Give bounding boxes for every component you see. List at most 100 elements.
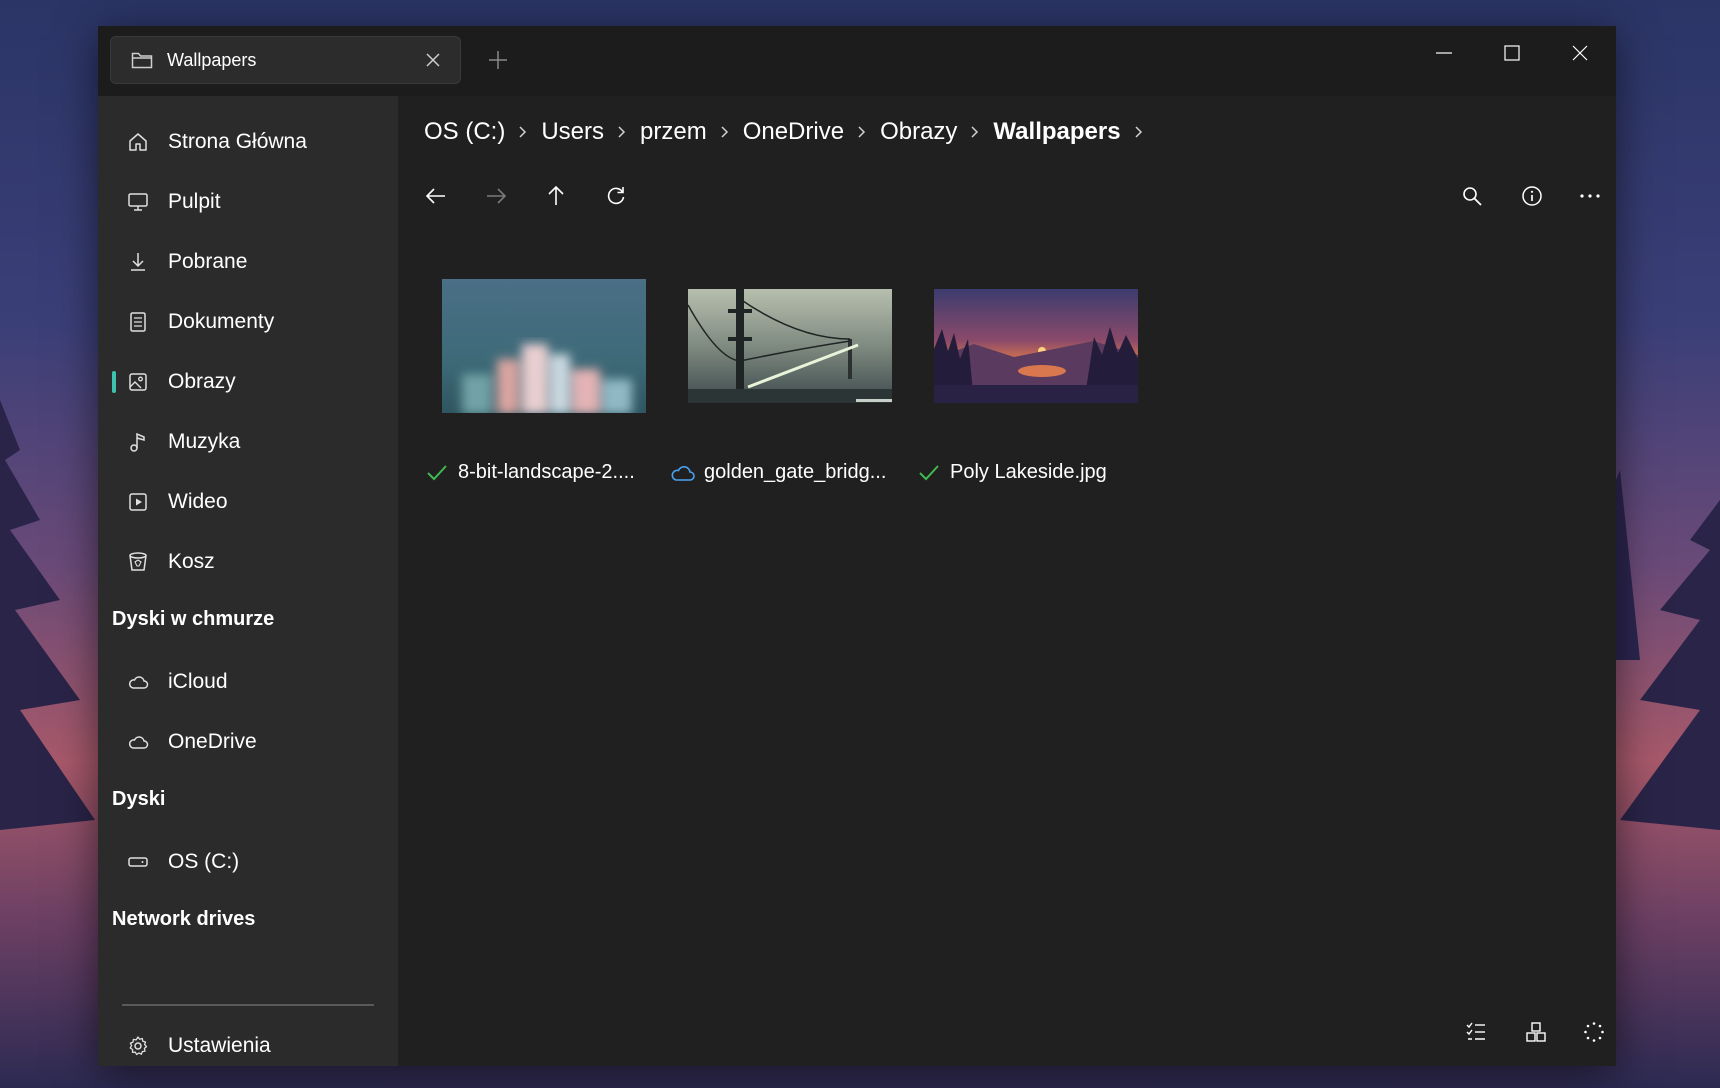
chevron-right-icon[interactable] <box>1134 125 1144 139</box>
chevron-right-icon[interactable] <box>518 125 528 139</box>
forward-button[interactable] <box>478 178 514 214</box>
main-content: OS (C:) Users przem OneDrive Obrazy Wall… <box>398 96 1616 1066</box>
file-item[interactable]: 8-bit-landscape-2.... <box>424 266 664 506</box>
sidebar-item-label: iCloud <box>168 670 228 693</box>
tab-wallpapers[interactable]: Wallpapers <box>110 36 461 84</box>
sidebar-item-desktop[interactable]: Pulpit <box>106 178 390 226</box>
home-icon <box>126 130 150 154</box>
status-progress-button[interactable] <box>1576 1014 1612 1050</box>
chevron-right-icon[interactable] <box>720 125 730 139</box>
sidebar-item-label: Strona Główna <box>168 130 307 153</box>
refresh-icon <box>607 187 625 205</box>
sidebar-item-label: Wideo <box>168 490 228 513</box>
breadcrumb-obrazy[interactable]: Obrazy <box>880 118 957 146</box>
sidebar-divider <box>122 1004 374 1006</box>
chevron-right-icon[interactable] <box>617 125 627 139</box>
video-icon <box>126 490 150 514</box>
sidebar-item-music[interactable]: Muzyka <box>106 418 390 466</box>
layout-mode-button[interactable] <box>1518 1014 1554 1050</box>
cloud-drives-header: Dyski w chmurze <box>112 608 275 630</box>
file-thumbnail <box>442 279 646 413</box>
title-bar: Wallpapers <box>98 26 1616 96</box>
settings-label: Ustawienia <box>168 1034 271 1057</box>
new-tab-button[interactable] <box>486 48 510 72</box>
sidebar-item-pictures[interactable]: Obrazy <box>106 358 390 406</box>
minimize-button[interactable] <box>1424 40 1464 66</box>
loading-ring-icon <box>1584 1022 1604 1042</box>
close-tab-icon[interactable] <box>422 49 444 71</box>
sidebar-item-label: Muzyka <box>168 430 241 453</box>
sidebar-item-label: Dokumenty <box>168 310 275 333</box>
sidebar-item-recycle-bin[interactable]: Kosz <box>106 538 390 586</box>
document-icon <box>126 310 150 334</box>
breadcrumb-przem[interactable]: przem <box>640 118 707 146</box>
more-icon <box>1580 194 1600 198</box>
drive-icon <box>126 850 150 874</box>
cloud-only-icon <box>670 462 696 484</box>
file-item[interactable]: golden_gate_bridg... <box>670 266 910 506</box>
back-button[interactable] <box>418 178 454 214</box>
breadcrumb-os-c[interactable]: OS (C:) <box>424 118 505 146</box>
maximize-icon <box>1504 45 1520 61</box>
file-thumbnail <box>688 289 892 403</box>
sidebar-item-settings[interactable]: Ustawienia <box>106 1022 390 1070</box>
sidebar-item-label: Pulpit <box>168 190 221 213</box>
info-icon <box>1522 186 1542 206</box>
sidebar-item-icloud[interactable]: iCloud <box>106 658 390 706</box>
sidebar-item-home[interactable]: Strona Główna <box>106 118 390 166</box>
file-item[interactable]: Poly Lakeside.jpg <box>916 266 1156 506</box>
sidebar-item-label: Kosz <box>168 550 215 573</box>
synced-check-icon <box>916 462 942 484</box>
chevron-right-icon[interactable] <box>857 125 867 139</box>
up-button[interactable] <box>538 178 574 214</box>
sidebar-item-label: OS (C:) <box>168 850 240 873</box>
pictures-icon <box>126 370 150 394</box>
maximize-button[interactable] <box>1492 40 1532 66</box>
minimize-icon <box>1436 52 1452 54</box>
sidebar-item-downloads[interactable]: Pobrane <box>106 238 390 286</box>
file-explorer-window: Wallpapers Strona Główna Pulpit Pobrane … <box>98 26 1616 1066</box>
more-options-button[interactable] <box>1572 178 1608 214</box>
file-name: golden_gate_bridg... <box>704 461 887 483</box>
gear-icon <box>126 1034 150 1058</box>
arrow-up-icon <box>548 185 564 205</box>
drives-header: Dyski <box>112 788 166 810</box>
recycle-bin-icon <box>126 550 150 574</box>
arrow-left-icon <box>425 188 445 204</box>
tab-title: Wallpapers <box>167 49 257 70</box>
sidebar-item-onedrive[interactable]: OneDrive <box>106 718 390 766</box>
sidebar-item-documents[interactable]: Dokumenty <box>106 298 390 346</box>
breadcrumb: OS (C:) Users przem OneDrive Obrazy Wall… <box>424 118 1157 146</box>
breadcrumb-wallpapers[interactable]: Wallpapers <box>993 118 1120 146</box>
sidebar-item-drive-c[interactable]: OS (C:) <box>106 838 390 886</box>
file-thumbnail <box>934 289 1138 403</box>
desktop-icon <box>126 190 150 214</box>
layout-icon <box>1526 1022 1546 1042</box>
sidebar: Strona Główna Pulpit Pobrane Dokumenty O… <box>98 96 398 1066</box>
file-name: 8-bit-landscape-2.... <box>458 461 635 483</box>
close-icon <box>1572 45 1588 61</box>
sidebar-item-label: OneDrive <box>168 730 257 753</box>
synced-check-icon <box>424 462 450 484</box>
chevron-right-icon[interactable] <box>970 125 980 139</box>
network-drives-header[interactable]: Network drives <box>112 908 255 931</box>
breadcrumb-users[interactable]: Users <box>541 118 604 146</box>
plus-icon <box>489 51 507 69</box>
download-icon <box>126 250 150 274</box>
selection-mode-button[interactable] <box>1458 1014 1494 1050</box>
sidebar-item-label: Pobrane <box>168 250 248 273</box>
checklist-icon <box>1466 1022 1485 1040</box>
close-window-button[interactable] <box>1560 40 1600 66</box>
search-button[interactable] <box>1454 178 1490 214</box>
sidebar-item-video[interactable]: Wideo <box>106 478 390 526</box>
refresh-button[interactable] <box>598 178 634 214</box>
info-button[interactable] <box>1514 178 1550 214</box>
cloud-icon <box>126 670 150 694</box>
cloud-icon <box>126 730 150 754</box>
breadcrumb-onedrive[interactable]: OneDrive <box>743 118 844 146</box>
music-icon <box>126 430 150 454</box>
file-name: Poly Lakeside.jpg <box>950 461 1107 483</box>
search-icon <box>1463 187 1482 206</box>
arrow-right-icon <box>487 188 507 204</box>
folder-icon <box>131 51 153 69</box>
